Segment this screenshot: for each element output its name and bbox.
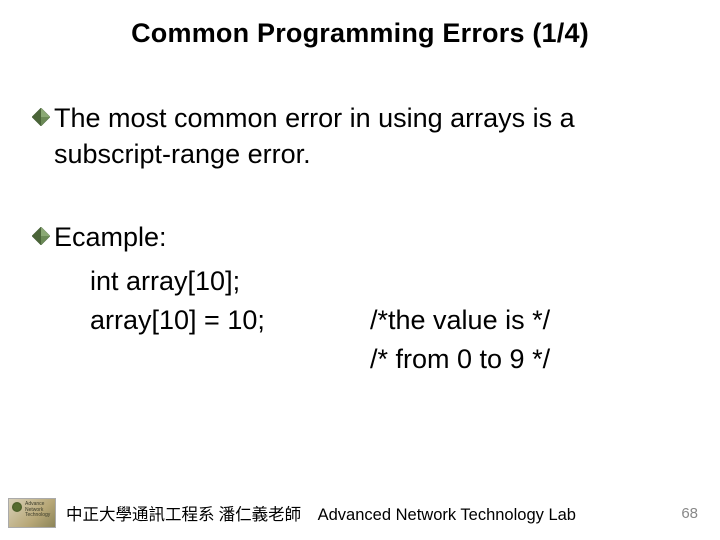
code-comment: /* from 0 to 9 */ bbox=[370, 340, 692, 379]
code-block: int array[10]; array[10] = 10; /*the val… bbox=[90, 262, 692, 340]
slide-content: The most common error in using arrays is… bbox=[28, 101, 692, 379]
slide-title: Common Programming Errors (1/4) bbox=[28, 18, 692, 49]
page-number: 68 bbox=[681, 505, 702, 522]
code-declaration: int array[10]; bbox=[90, 262, 370, 301]
bullet-item: Ecample: bbox=[32, 220, 692, 256]
code-line: array[10] = 10; /*the value is */ bbox=[90, 301, 692, 340]
slide: Common Programming Errors (1/4) The most… bbox=[0, 0, 720, 540]
bullet-text: The most common error in using arrays is… bbox=[54, 101, 692, 172]
code-comment: /*the value is */ bbox=[370, 301, 550, 340]
footer-lab: Advanced Network Technology Lab bbox=[318, 506, 576, 524]
footer-text: 中正大學通訊工程系 潘仁義老師 Advanced Network Technol… bbox=[66, 501, 681, 525]
diamond-bullet-icon bbox=[32, 108, 50, 126]
logo-line: Technology bbox=[25, 512, 50, 518]
diamond-bullet-icon bbox=[32, 227, 50, 245]
code-line: int array[10]; bbox=[90, 262, 692, 301]
code-assignment: array[10] = 10; bbox=[90, 301, 370, 340]
logo-text: Advance Network Technology bbox=[25, 502, 50, 519]
footer-org: 中正大學通訊工程系 潘仁義老師 bbox=[66, 505, 301, 524]
bullet-item: The most common error in using arrays is… bbox=[32, 101, 692, 172]
lab-logo-icon: Advance Network Technology bbox=[8, 498, 56, 528]
bullet-text: Ecample: bbox=[54, 220, 167, 256]
slide-footer: Advance Network Technology 中正大學通訊工程系 潘仁義… bbox=[0, 498, 720, 528]
